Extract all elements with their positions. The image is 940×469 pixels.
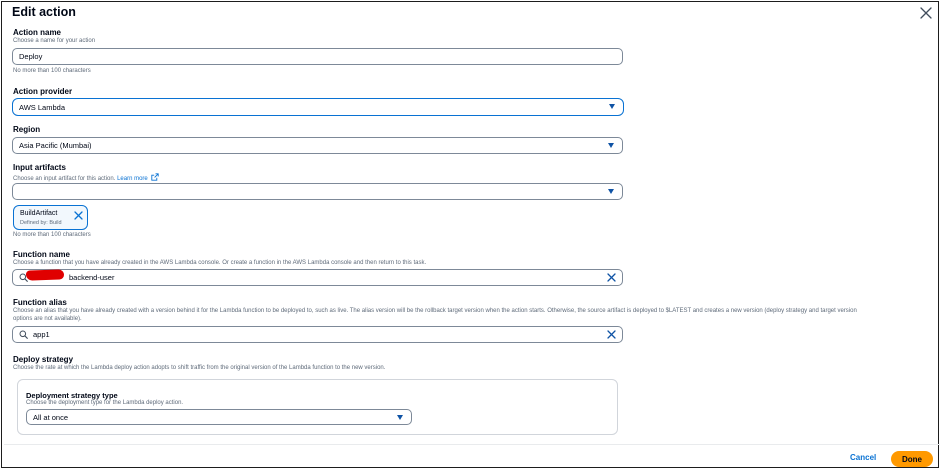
learn-more-link[interactable]: Learn more — [117, 176, 148, 182]
close-dialog-button[interactable] — [918, 5, 934, 21]
function-name-description: Choose a function that you have already … — [13, 260, 427, 266]
function-name-value: backend-user — [69, 273, 115, 282]
function-alias-description-line1: Choose an alias that you have already cr… — [13, 308, 857, 314]
action-name-hint: No more than 100 characters — [13, 68, 91, 74]
artifact-token-name: BuildArtifact — [20, 210, 58, 217]
input-artifacts-select[interactable] — [12, 183, 623, 200]
deploy-strategy-description: Choose the rate at which the Lambda depl… — [13, 365, 386, 371]
region-value: Asia Pacific (Mumbai) — [19, 141, 92, 150]
cancel-button[interactable]: Cancel — [850, 453, 876, 462]
dismiss-icon[interactable] — [74, 211, 83, 220]
deployment-strategy-type-description: Choose the deployment type for the Lambd… — [26, 400, 184, 406]
function-name-label: Function name — [13, 250, 70, 259]
caret-down-icon — [608, 189, 614, 194]
edit-action-dialog: Edit action Action name Choose a name fo… — [1, 1, 940, 468]
search-icon — [19, 330, 28, 339]
action-provider-label: Action provider — [13, 87, 73, 96]
input-artifacts-hint: No more than 100 characters — [13, 232, 91, 238]
deployment-strategy-type-value: All at once — [33, 412, 69, 422]
clear-icon[interactable] — [607, 330, 616, 339]
action-name-description: Choose a name for your action — [13, 38, 96, 44]
dialog-title: Edit action — [12, 5, 76, 19]
action-name-label: Action name — [13, 28, 62, 37]
action-name-value: Deploy — [19, 52, 43, 61]
footer-divider — [4, 444, 940, 445]
input-artifacts-description-text: Choose an input artifact for this action… — [13, 176, 116, 182]
deploy-strategy-label: Deploy strategy — [13, 355, 74, 364]
region-select[interactable]: Asia Pacific (Mumbai) — [12, 137, 623, 154]
function-alias-value: app1 — [33, 330, 50, 339]
caret-down-icon — [609, 104, 615, 109]
function-alias-label: Function alias — [13, 298, 67, 307]
function-name-input[interactable]: backend-user — [12, 269, 623, 286]
action-provider-select[interactable]: AWS Lambda — [12, 98, 624, 116]
action-name-input[interactable]: Deploy — [12, 48, 623, 65]
clear-icon[interactable] — [607, 273, 616, 282]
action-provider-value: AWS Lambda — [19, 102, 65, 112]
external-link-icon — [151, 173, 160, 181]
artifact-token: BuildArtifact Defined by: Build — [13, 205, 88, 230]
function-alias-description-line2: options are not available). — [13, 316, 82, 322]
input-artifacts-description: Choose an input artifact for this action… — [13, 173, 160, 182]
done-button[interactable]: Done — [891, 451, 933, 467]
function-alias-input[interactable]: app1 — [12, 326, 623, 343]
deployment-strategy-type-select[interactable]: All at once — [26, 409, 412, 425]
redaction-mark — [25, 269, 65, 281]
artifact-token-defined-by: Defined by: Build — [20, 220, 62, 226]
deploy-strategy-panel: Deployment strategy type Choose the depl… — [17, 379, 618, 435]
input-artifacts-label: Input artifacts — [13, 163, 66, 172]
close-icon — [920, 7, 932, 19]
caret-down-icon — [397, 415, 403, 420]
deployment-strategy-type-label: Deployment strategy type — [26, 391, 118, 400]
region-label: Region — [13, 125, 41, 134]
caret-down-icon — [608, 143, 614, 148]
